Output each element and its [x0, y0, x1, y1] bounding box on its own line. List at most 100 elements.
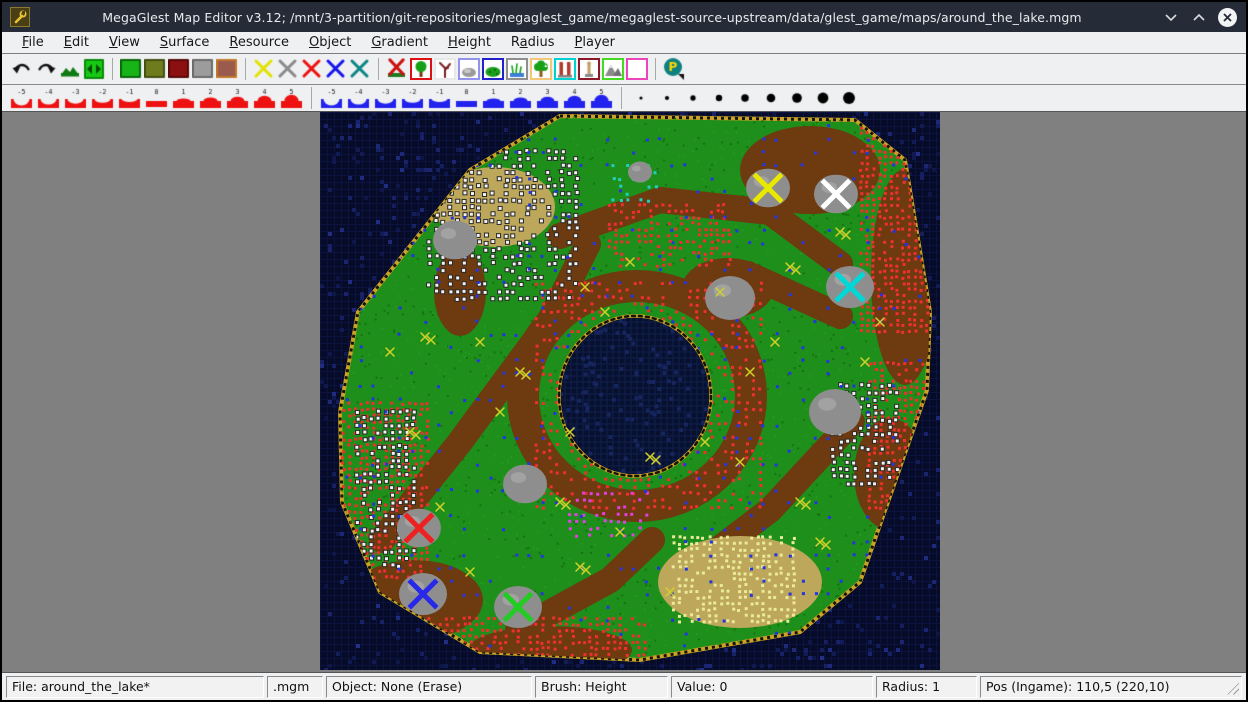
height-brush--1[interactable] [117, 87, 142, 110]
menu-height[interactable]: Height [438, 34, 501, 51]
surface-secondary-grass-button[interactable] [144, 58, 166, 80]
radius-7-button[interactable] [785, 87, 809, 109]
bush-icon [484, 60, 502, 78]
resource-gold-button[interactable] [253, 58, 275, 80]
close-button[interactable] [1216, 6, 1238, 28]
gradient-brush-2[interactable] [508, 87, 533, 110]
height-brush--4[interactable] [36, 87, 61, 110]
height-brush-icon [90, 87, 115, 110]
height-brush-icon [346, 87, 371, 110]
object-hanged-statues-button[interactable] [554, 58, 576, 80]
status-radius: Radius: 1 [876, 676, 977, 698]
menu-resource[interactable]: Resource [219, 34, 299, 51]
gradient-brush-4[interactable] [562, 87, 587, 110]
surface-stone-button[interactable] [192, 58, 214, 80]
height-brush--2[interactable] [90, 87, 115, 110]
redo-button[interactable] [35, 58, 57, 80]
height-brush-0[interactable] [144, 87, 169, 110]
radius-2-button[interactable] [655, 87, 679, 109]
gradient-brush-1[interactable] [481, 87, 506, 110]
menu-object[interactable]: Object [299, 34, 361, 51]
object-erase-button[interactable] [386, 58, 408, 80]
height-brush-4[interactable] [252, 87, 277, 110]
object-hanged-statues-button-frame [554, 58, 576, 80]
surface-road-button[interactable] [168, 58, 190, 80]
object-stone-button[interactable] [458, 58, 480, 80]
menu-player[interactable]: Player [565, 34, 625, 51]
object-big-tree-button[interactable] [530, 58, 552, 80]
tree-icon [412, 60, 430, 78]
status-pos: Pos (Ingame): 110,5 (220,10) [980, 676, 1242, 698]
swap-surfaces-button[interactable] [83, 58, 105, 80]
radius-9-button[interactable] [837, 87, 861, 109]
gradient-brush-0[interactable] [454, 87, 479, 110]
object-bush-button[interactable] [482, 58, 504, 80]
xmark-icon [325, 58, 347, 80]
menu-gradient[interactable]: Gradient [361, 34, 438, 51]
status-radius-text: Radius: 1 [882, 679, 940, 694]
status-extension: .mgm [267, 676, 323, 698]
undo-icon [11, 58, 33, 80]
maximize-button[interactable] [1188, 6, 1210, 28]
height-brush-icon [589, 87, 614, 110]
menu-radius[interactable]: Radius [501, 34, 565, 51]
object-water-object-button-frame [506, 58, 528, 80]
object-statue-button[interactable] [578, 58, 600, 80]
height-brush-5[interactable] [279, 87, 304, 110]
height-brush--3[interactable] [63, 87, 88, 110]
gradient-brush--2[interactable] [400, 87, 425, 110]
height-brush-3[interactable] [225, 87, 250, 110]
menu-file[interactable]: File [12, 34, 54, 51]
square-icon [120, 58, 142, 80]
gradient-brush-3[interactable] [535, 87, 560, 110]
height-brush-icon [562, 87, 587, 110]
stoneobj-icon [460, 60, 478, 78]
menu-surface[interactable]: Surface [150, 34, 220, 51]
height-map-button[interactable] [59, 58, 81, 80]
player-menu-button[interactable] [663, 57, 687, 81]
resource-custom1-button[interactable] [301, 58, 323, 80]
player-icon [663, 57, 687, 81]
surface-grass-button[interactable] [120, 58, 142, 80]
resource-stone-button[interactable] [277, 58, 299, 80]
gradient-brush-5[interactable] [589, 87, 614, 110]
gradient-brush--1[interactable] [427, 87, 452, 110]
radius-1-button[interactable] [629, 87, 653, 109]
minimize-button[interactable] [1160, 6, 1182, 28]
height-brush-1[interactable] [171, 87, 196, 110]
radius-6-button[interactable] [759, 87, 783, 109]
app-window: MegaGlest Map Editor v3.12; /mnt/3-parti… [2, 2, 1246, 700]
status-object-text: Object: None (Erase) [332, 679, 462, 694]
object-tree-button[interactable] [410, 58, 432, 80]
undo-button[interactable] [11, 58, 33, 80]
toolbar-separator [311, 87, 312, 109]
map-canvas[interactable] [320, 112, 940, 670]
height-brush--5[interactable] [9, 87, 34, 110]
menu-edit[interactable]: Edit [54, 34, 99, 51]
resource-custom2-button[interactable] [325, 58, 347, 80]
height-brush-2[interactable] [198, 87, 223, 110]
gradient-brush--3[interactable] [373, 87, 398, 110]
object-invisible-button[interactable] [626, 58, 648, 80]
object-mountain-button[interactable] [602, 58, 624, 80]
brush-toolbar [2, 85, 1246, 112]
object-dead-tree-button[interactable] [434, 58, 456, 80]
status-pos-text: Pos (Ingame): 110,5 (220,10) [986, 679, 1169, 694]
object-water-object-button[interactable] [506, 58, 528, 80]
object-tree-button-frame [410, 58, 432, 80]
radius-8-button[interactable] [811, 87, 835, 109]
height-brush-icon [252, 87, 277, 110]
resource-custom3-button[interactable] [349, 58, 371, 80]
toolbar-separator [378, 58, 379, 80]
radius-3-button[interactable] [681, 87, 705, 109]
resize-grip[interactable] [1225, 681, 1239, 695]
height-brush-icon [198, 87, 223, 110]
gradient-brush--4[interactable] [346, 87, 371, 110]
title-bar[interactable]: MegaGlest Map Editor v3.12; /mnt/3-parti… [2, 2, 1246, 32]
height-brush-icon [400, 87, 425, 110]
menu-view[interactable]: View [99, 34, 150, 51]
radius-5-button[interactable] [733, 87, 757, 109]
radius-4-button[interactable] [707, 87, 731, 109]
surface-ground-button[interactable] [216, 58, 238, 80]
gradient-brush--5[interactable] [319, 87, 344, 110]
